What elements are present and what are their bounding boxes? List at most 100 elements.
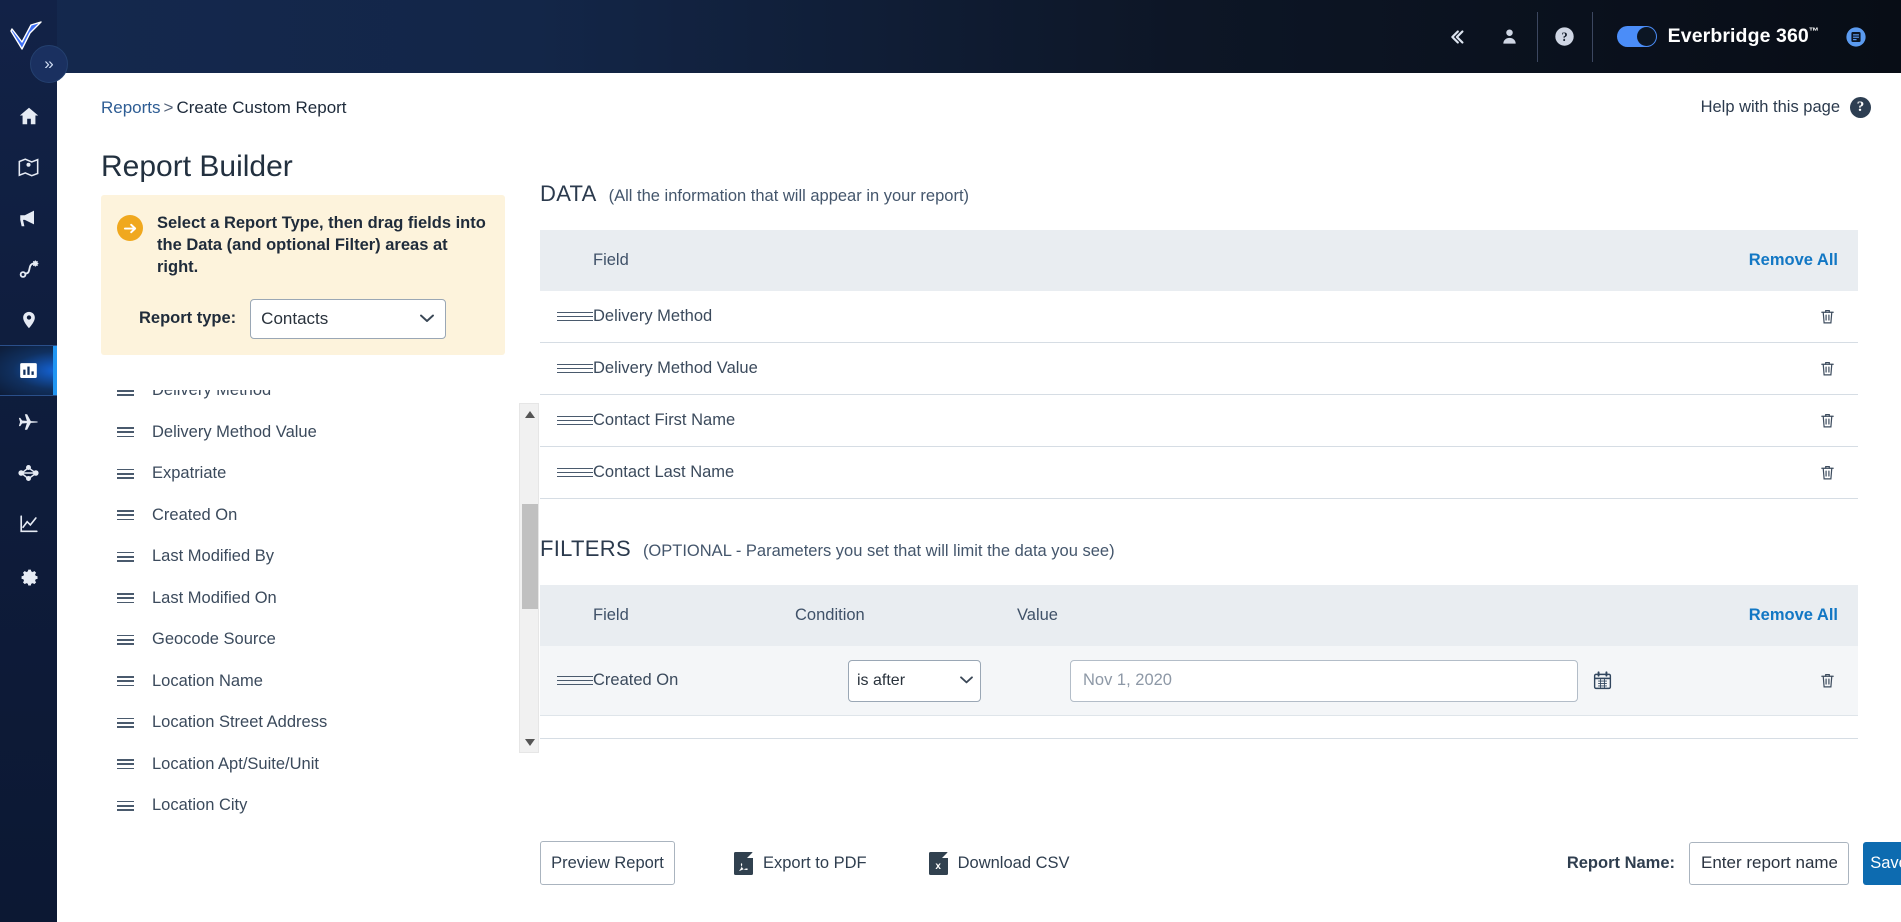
- list-item[interactable]: Delivery Method Value: [101, 412, 505, 454]
- filter-row[interactable]: Created On is after: [540, 646, 1858, 716]
- report-name-group: Report Name: Save: [1567, 841, 1901, 885]
- save-button[interactable]: Save: [1863, 841, 1901, 885]
- collapse-panel-icon[interactable]: [1429, 0, 1483, 73]
- list-item-label: Last Modified By: [152, 547, 274, 566]
- drag-handle-icon[interactable]: [117, 593, 134, 604]
- drag-handle-icon[interactable]: [117, 717, 134, 728]
- page-title: Report Builder: [101, 150, 293, 183]
- sidebar-item-home[interactable]: [0, 90, 57, 141]
- filters-table-header: Field Condition Value Remove All: [540, 585, 1858, 646]
- help-circle-icon[interactable]: ?: [1538, 0, 1592, 73]
- download-csv-button[interactable]: x Download CSV: [928, 851, 1070, 875]
- left-nav-rail: [0, 0, 57, 922]
- drag-handle-icon[interactable]: [540, 311, 593, 322]
- drag-handle-icon[interactable]: [540, 675, 593, 686]
- data-column-field: Field: [593, 251, 629, 269]
- data-remove-all-link[interactable]: Remove All: [1749, 251, 1858, 270]
- calendar-icon[interactable]: [1592, 670, 1613, 691]
- filters-remove-all-link[interactable]: Remove All: [1749, 606, 1858, 625]
- data-section-subtitle: (All the information that will appear in…: [608, 187, 970, 205]
- scrollbar-thumb[interactable]: [522, 504, 538, 609]
- list-item-label: Delivery Method Value: [152, 422, 317, 441]
- available-fields-list[interactable]: Delivery Method Delivery Method Value Ex…: [101, 390, 505, 850]
- trash-icon[interactable]: [1819, 359, 1858, 378]
- list-item[interactable]: Created On: [101, 495, 505, 537]
- export-to-pdf-button[interactable]: Export to PDF: [734, 851, 867, 875]
- report-name-input[interactable]: [1689, 841, 1849, 885]
- sidebar-item-notifications[interactable]: [0, 192, 57, 243]
- report-type-label: Report type:: [139, 309, 237, 328]
- question-circle-icon[interactable]: ?: [1850, 97, 1871, 118]
- filters-section-header: FILTERS (OPTIONAL - Parameters you set t…: [540, 536, 1901, 562]
- filters-table: Field Condition Value Remove All Created…: [540, 585, 1858, 716]
- list-item[interactable]: Location City: [101, 785, 505, 827]
- list-item[interactable]: Last Modified By: [101, 536, 505, 578]
- filters-block: FILTERS (OPTIONAL - Parameters you set t…: [540, 536, 1901, 739]
- list-item[interactable]: Delivery Method: [101, 390, 505, 412]
- list-item[interactable]: Last Modified On: [101, 578, 505, 620]
- notes-icon[interactable]: [1829, 0, 1883, 73]
- sidebar-item-analytics[interactable]: [0, 498, 57, 549]
- data-section-title: DATA: [540, 181, 597, 206]
- list-item-label: Location City: [152, 796, 248, 815]
- trash-icon[interactable]: [1819, 463, 1858, 482]
- trash-icon[interactable]: [1819, 307, 1858, 326]
- drag-handle-icon[interactable]: [117, 510, 134, 521]
- user-icon[interactable]: [1483, 0, 1537, 73]
- sidebar-item-settings[interactable]: [0, 549, 57, 600]
- csv-badge-letter: x: [935, 860, 941, 872]
- sidebar-item-situational-awareness[interactable]: [0, 141, 57, 192]
- filters-column-value: Value: [1017, 606, 1058, 624]
- list-item-label: Created On: [152, 505, 238, 524]
- list-item[interactable]: Location Street Address: [101, 702, 505, 744]
- everbridge-360-label: Everbridge 360™: [1668, 25, 1819, 48]
- trash-icon[interactable]: [1819, 671, 1858, 690]
- rail-collapse-button[interactable]: »: [30, 45, 68, 83]
- drag-handle-icon[interactable]: [117, 468, 134, 479]
- table-row[interactable]: Delivery Method Value: [540, 343, 1858, 395]
- list-item[interactable]: Expatriate: [101, 453, 505, 495]
- list-item[interactable]: Location Apt/Suite/Unit: [101, 744, 505, 786]
- table-row[interactable]: Contact First Name: [540, 395, 1858, 447]
- hint-box: Select a Report Type, then drag fields i…: [101, 195, 505, 355]
- drag-handle-icon[interactable]: [117, 676, 134, 687]
- help-with-this-page[interactable]: Help with this page ?: [1701, 97, 1871, 118]
- field-list-items: Delivery Method Delivery Method Value Ex…: [101, 390, 505, 827]
- list-item[interactable]: Geocode Source: [101, 619, 505, 661]
- filters-column-condition: Condition: [795, 606, 865, 624]
- drag-handle-icon[interactable]: [117, 551, 134, 562]
- triangle-down-icon[interactable]: [520, 732, 540, 752]
- e360-text: Everbridge 360: [1667, 25, 1809, 47]
- drag-handle-icon[interactable]: [117, 390, 134, 396]
- top-header-bar: ? Everbridge 360™: [0, 0, 1901, 73]
- report-type-select[interactable]: Contacts: [250, 298, 447, 339]
- drag-handle-icon[interactable]: [117, 800, 134, 811]
- breadcrumb-reports-link[interactable]: Reports: [101, 98, 161, 117]
- sidebar-item-workflow[interactable]: [0, 243, 57, 294]
- sidebar-item-travel[interactable]: [0, 396, 57, 447]
- everbridge-360-toggle[interactable]: [1616, 26, 1657, 47]
- sidebar-item-network[interactable]: [0, 447, 57, 498]
- drag-handle-icon[interactable]: [117, 759, 134, 770]
- sidebar-item-reports[interactable]: [0, 345, 57, 396]
- everbridge-360-toggle-group[interactable]: Everbridge 360™: [1593, 25, 1829, 48]
- preview-report-button[interactable]: Preview Report: [540, 841, 675, 885]
- drag-handle-icon[interactable]: [540, 467, 593, 478]
- drag-handle-icon[interactable]: [540, 415, 593, 426]
- e360-trademark: ™: [1808, 26, 1819, 38]
- filter-condition-select[interactable]: is after: [848, 659, 981, 702]
- table-row[interactable]: Contact Last Name: [540, 447, 1858, 499]
- sidebar-item-locations[interactable]: [0, 294, 57, 345]
- list-item[interactable]: Location Name: [101, 661, 505, 703]
- drag-handle-icon[interactable]: [540, 363, 593, 374]
- triangle-up-icon[interactable]: [520, 404, 540, 424]
- filter-value-input[interactable]: [1070, 659, 1578, 702]
- svg-text:?: ?: [1562, 30, 1568, 44]
- trash-icon[interactable]: [1819, 411, 1858, 430]
- field-list-scrollbar[interactable]: [519, 403, 539, 753]
- table-row[interactable]: Delivery Method: [540, 291, 1858, 343]
- filter-cell-field: Created On: [593, 671, 679, 689]
- arrow-right-circle-icon: [117, 215, 143, 241]
- drag-handle-icon[interactable]: [117, 634, 134, 645]
- drag-handle-icon[interactable]: [117, 427, 134, 438]
